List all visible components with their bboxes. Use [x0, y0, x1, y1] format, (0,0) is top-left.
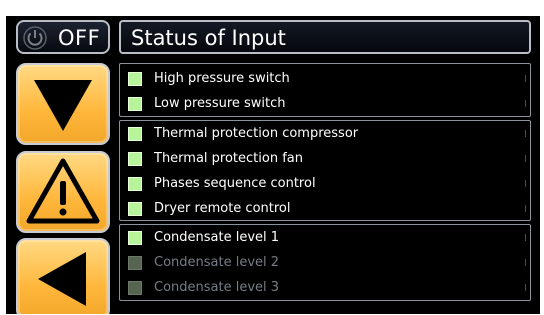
input-label: Low pressure switch: [154, 96, 286, 111]
input-group-protections: Thermal protection compressor Thermal pr…: [119, 120, 531, 221]
alarms-button[interactable]: [16, 151, 110, 233]
input-label: Condensate level 3: [154, 280, 280, 295]
list-item: Condensate level 3: [120, 275, 530, 300]
warning-icon: [26, 158, 100, 224]
input-label: Thermal protection compressor: [154, 126, 359, 141]
list-item: Low pressure switch: [120, 91, 530, 116]
input-label: Condensate level 1: [154, 230, 280, 245]
input-group-pressure: High pressure switch Low pressure switch: [119, 63, 531, 117]
status-indicator: [128, 230, 142, 245]
list-item: Thermal protection fan: [120, 146, 530, 171]
off-label: OFF: [58, 26, 101, 50]
input-label: Condensate level 2: [154, 255, 280, 270]
list-item: Phases sequence control: [120, 171, 530, 196]
title-bar: Status of Input: [119, 20, 531, 54]
status-indicator: [128, 176, 142, 191]
list-item: Condensate level 2: [120, 250, 530, 275]
input-label: Dryer remote control: [154, 201, 291, 216]
input-label: Phases sequence control: [154, 176, 316, 191]
back-button[interactable]: [16, 238, 110, 314]
list-item: High pressure switch: [120, 66, 530, 91]
hmi-screen: OFF Status of Input High pressure switch…: [6, 16, 540, 314]
page-title: Status of Input: [131, 26, 286, 50]
status-indicator: [128, 201, 142, 216]
arrow-down-icon: [34, 80, 92, 131]
list-item: Condensate level 1: [120, 225, 530, 250]
power-icon: [23, 26, 47, 50]
list-item: Thermal protection compressor: [120, 121, 530, 146]
status-indicator: [128, 71, 142, 86]
status-indicator: [128, 280, 142, 295]
list-item: Dryer remote control: [120, 196, 530, 221]
input-group-condensate: Condensate level 1 Condensate level 2 Co…: [119, 224, 531, 301]
status-indicator: [128, 151, 142, 166]
input-label: High pressure switch: [154, 71, 290, 86]
off-toggle-button[interactable]: OFF: [16, 20, 110, 54]
scroll-down-button[interactable]: [16, 63, 110, 145]
input-label: Thermal protection fan: [154, 151, 303, 166]
status-indicator: [128, 126, 142, 141]
status-indicator: [128, 255, 142, 270]
status-indicator: [128, 96, 142, 111]
arrow-left-icon: [38, 252, 86, 306]
